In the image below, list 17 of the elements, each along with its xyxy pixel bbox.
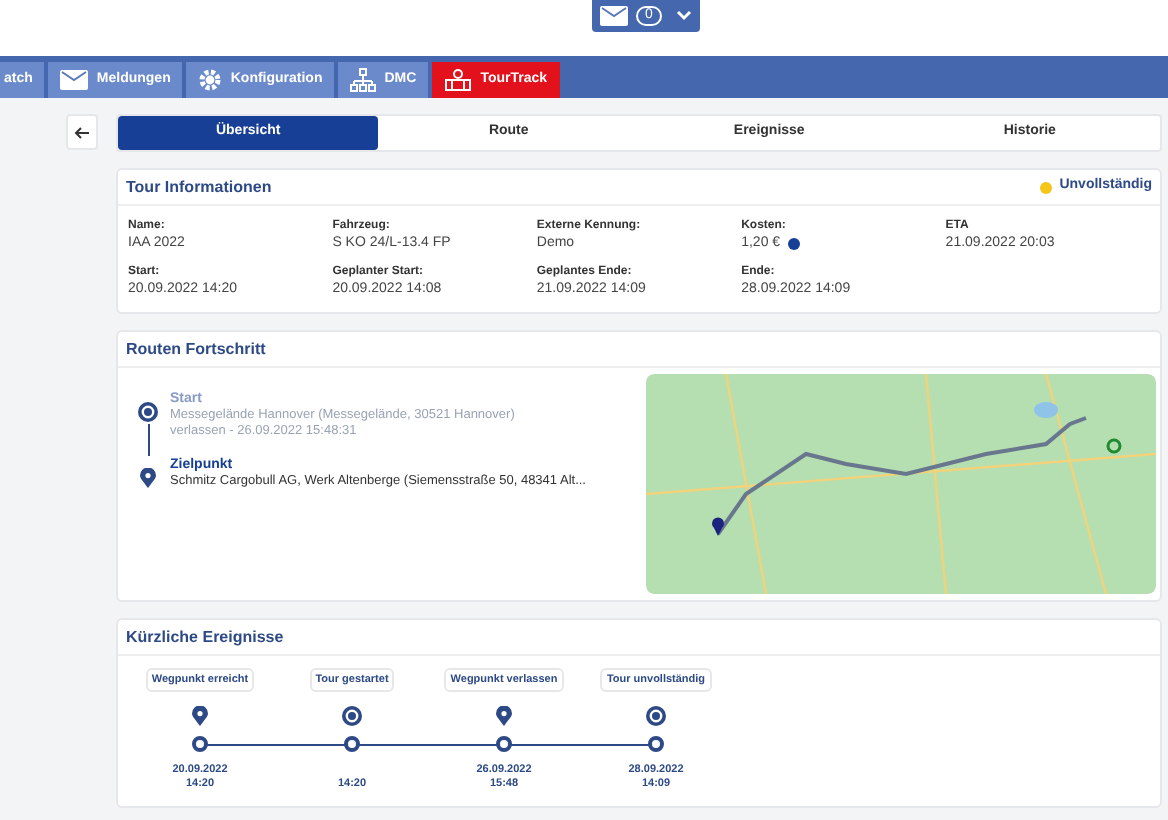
back-button[interactable] xyxy=(66,114,98,150)
target-icon xyxy=(646,706,666,726)
card-title: Kürzliche Ereignisse xyxy=(126,625,284,649)
route-icon xyxy=(444,68,473,92)
location-pin-icon xyxy=(192,706,208,726)
back-arrow-icon xyxy=(74,125,90,139)
network-icon xyxy=(350,68,377,92)
gear-icon xyxy=(198,68,223,92)
envelope-icon xyxy=(599,6,628,26)
target-icon xyxy=(342,706,362,726)
card-title: Tour Informationen xyxy=(126,175,272,199)
chevron-down-icon xyxy=(676,10,693,22)
card-title: Routen Fortschritt xyxy=(126,337,266,361)
location-pin-icon xyxy=(140,468,156,488)
location-pin-icon xyxy=(496,706,512,726)
envelope-icon xyxy=(60,70,89,90)
help-icon[interactable] xyxy=(788,237,801,249)
